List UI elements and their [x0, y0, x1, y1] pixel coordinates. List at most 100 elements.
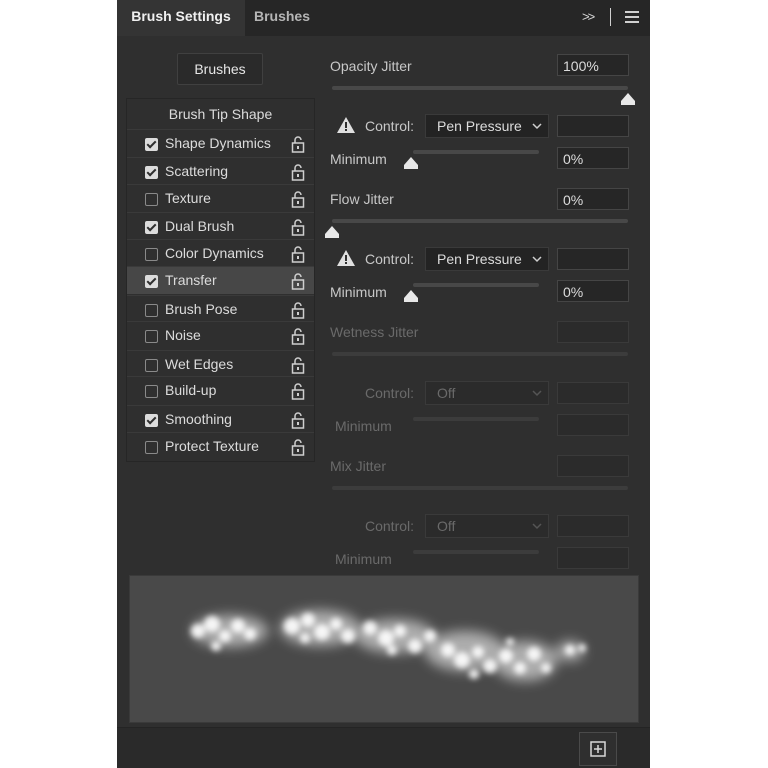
checkbox[interactable] — [145, 414, 158, 427]
opacity-minimum-slider[interactable] — [413, 150, 539, 154]
wetness-minimum-slider — [413, 417, 539, 421]
checkbox[interactable] — [145, 275, 158, 288]
wetness-minimum-label: Minimum — [335, 418, 392, 434]
mix-minimum-label: Minimum — [335, 551, 392, 567]
option-row-noise[interactable]: Noise — [127, 321, 314, 349]
unlock-icon[interactable] — [289, 301, 307, 319]
opacity-control-label: Control: — [365, 118, 415, 134]
checkbox[interactable] — [145, 221, 158, 234]
unlock-icon[interactable] — [289, 411, 307, 429]
option-row-transfer[interactable]: Transfer — [127, 266, 314, 294]
option-label: Brush Pose — [165, 301, 238, 317]
checkbox[interactable] — [145, 166, 158, 179]
opacity-control-field[interactable] — [557, 115, 629, 137]
option-row-build-up[interactable]: Build-up — [127, 376, 314, 404]
wetness-control-select: Off — [425, 381, 549, 405]
mix-jitter-field — [557, 455, 629, 477]
unlock-icon[interactable] — [289, 382, 307, 400]
brushes-button[interactable]: Brushes — [177, 53, 263, 85]
chevron-down-icon — [532, 390, 542, 397]
unlock-icon[interactable] — [289, 190, 307, 208]
option-label: Texture — [165, 190, 211, 206]
checkbox[interactable] — [145, 248, 158, 261]
wetness-jitter-field — [557, 321, 629, 343]
unlock-icon[interactable] — [289, 438, 307, 456]
chevron-down-icon — [532, 123, 542, 130]
flow-jitter-slider[interactable] — [332, 219, 628, 223]
checkbox[interactable] — [145, 359, 158, 372]
flow-jitter-label: Flow Jitter — [330, 191, 394, 207]
opacity-jitter-label: Opacity Jitter — [330, 58, 412, 74]
option-row-wet-edges[interactable]: Wet Edges — [127, 350, 314, 378]
checkbox[interactable] — [145, 193, 158, 206]
option-label: Noise — [165, 327, 201, 343]
checkbox[interactable] — [145, 138, 158, 151]
brush-stroke-image — [191, 610, 586, 681]
unlock-icon[interactable] — [289, 245, 307, 263]
option-row-dual-brush[interactable]: Dual Brush — [127, 212, 314, 240]
unlock-icon[interactable] — [289, 163, 307, 181]
mix-control-value: Off — [437, 518, 456, 534]
unlock-icon[interactable] — [289, 356, 307, 374]
wetness-control-value: Off — [437, 385, 456, 401]
option-label: Wet Edges — [165, 356, 234, 372]
unlock-icon[interactable] — [289, 135, 307, 153]
unlock-icon[interactable] — [289, 218, 307, 236]
brush-stroke-preview — [129, 575, 639, 723]
brush-tip-shape-item[interactable]: Brush Tip Shape — [127, 99, 314, 129]
unlock-icon[interactable] — [289, 272, 307, 290]
tab-brush-settings[interactable]: Brush Settings — [117, 0, 245, 36]
new-brush-icon — [590, 741, 606, 757]
option-label: Transfer — [165, 272, 217, 288]
opacity-jitter-slider-thumb[interactable] — [620, 92, 636, 106]
option-label: Color Dynamics — [165, 245, 264, 261]
opacity-minimum-label: Minimum — [330, 151, 387, 167]
chevron-down-icon — [532, 256, 542, 263]
brush-settings-panel: Brush Settings Brushes >> Brushes Brush … — [117, 0, 650, 768]
flow-control-field[interactable] — [557, 248, 629, 270]
wetness-jitter-slider — [332, 352, 628, 356]
tab-brushes[interactable]: Brushes — [245, 0, 319, 36]
hamburger-menu-icon[interactable] — [625, 11, 639, 26]
checkbox[interactable] — [145, 385, 158, 398]
flow-minimum-label: Minimum — [330, 284, 387, 300]
opacity-minimum-field[interactable]: 0% — [557, 147, 629, 169]
brush-options-list: Brush Tip Shape Shape Dynamics Scatterin… — [126, 98, 315, 462]
option-row-color-dynamics[interactable]: Color Dynamics — [127, 239, 314, 267]
mix-jitter-label: Mix Jitter — [330, 458, 386, 474]
flow-minimum-slider-thumb[interactable] — [403, 289, 419, 303]
option-row-shape-dynamics[interactable]: Shape Dynamics — [127, 129, 314, 157]
option-label: Smoothing — [165, 411, 232, 427]
checkbox[interactable] — [145, 304, 158, 317]
option-label: Scattering — [165, 163, 229, 179]
option-row-texture[interactable]: Texture — [127, 184, 314, 212]
flow-jitter-field[interactable]: 0% — [557, 188, 629, 210]
checkbox[interactable] — [145, 330, 158, 343]
option-row-smoothing[interactable]: Smoothing — [127, 405, 314, 433]
option-row-protect-texture[interactable]: Protect Texture — [127, 432, 314, 460]
create-new-brush-button[interactable] — [579, 732, 617, 766]
mix-control-label: Control: — [365, 518, 415, 534]
unlock-icon[interactable] — [289, 327, 307, 345]
flow-minimum-slider[interactable] — [413, 283, 539, 287]
wetness-control-field — [557, 382, 629, 404]
wetness-jitter-label: Wetness Jitter — [330, 324, 419, 340]
checkbox[interactable] — [145, 441, 158, 454]
flow-control-value: Pen Pressure — [437, 251, 522, 267]
tab-divider — [610, 8, 611, 26]
opacity-control-select[interactable]: Pen Pressure — [425, 114, 549, 138]
mix-minimum-field — [557, 547, 629, 569]
flow-jitter-slider-thumb[interactable] — [324, 225, 340, 239]
opacity-jitter-field[interactable]: 100% — [557, 54, 629, 76]
flow-minimum-field[interactable]: 0% — [557, 280, 629, 302]
chevron-down-icon — [532, 523, 542, 530]
flow-control-select[interactable]: Pen Pressure — [425, 247, 549, 271]
option-label: Build-up — [165, 382, 217, 398]
opacity-minimum-slider-thumb[interactable] — [403, 156, 419, 170]
option-row-scattering[interactable]: Scattering — [127, 157, 314, 185]
opacity-jitter-slider[interactable] — [332, 86, 628, 90]
double-chevron-right-icon[interactable]: >> — [582, 9, 595, 24]
option-row-brush-pose[interactable]: Brush Pose — [127, 295, 314, 323]
wetness-minimum-field — [557, 414, 629, 436]
mix-jitter-slider — [332, 486, 628, 490]
